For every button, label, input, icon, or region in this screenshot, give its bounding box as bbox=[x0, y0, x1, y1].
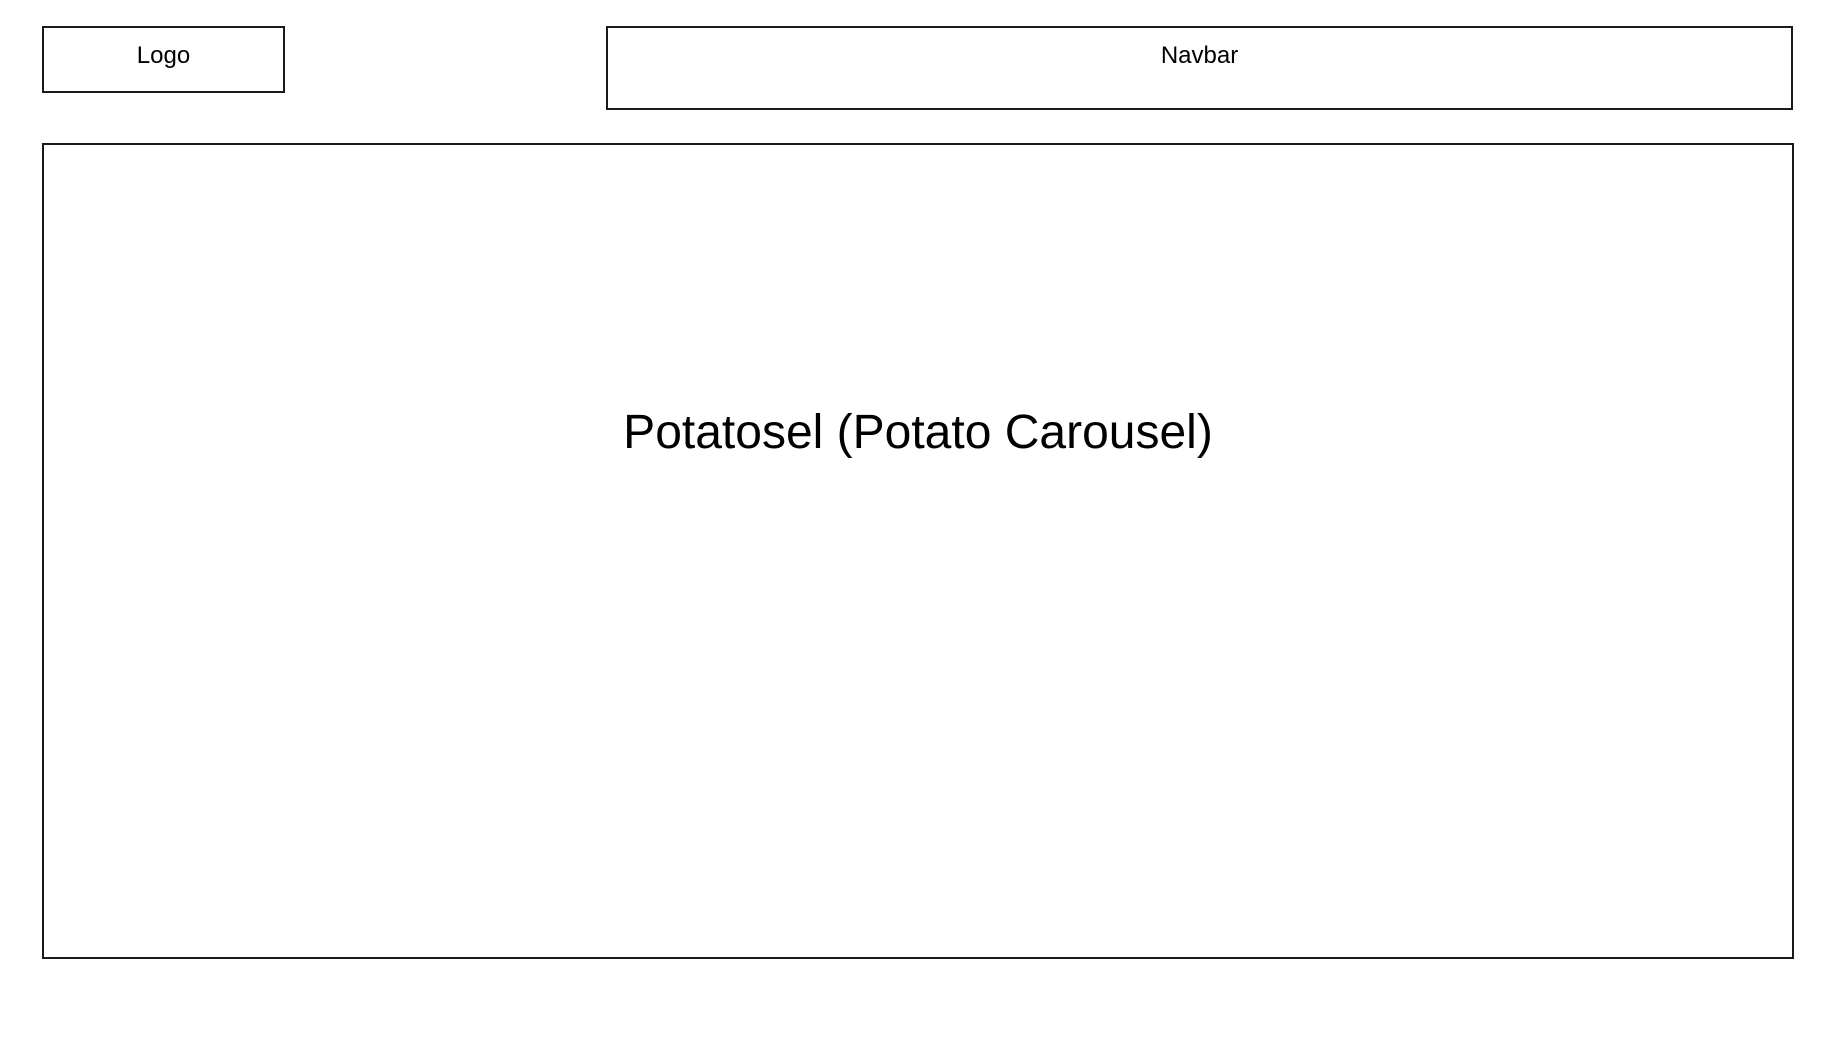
navbar-label: Navbar bbox=[1160, 42, 1239, 69]
logo-label: Logo bbox=[136, 42, 191, 69]
carousel-label: Potatosel (Potato Carousel) bbox=[623, 406, 1213, 459]
logo-placeholder[interactable]: Logo bbox=[42, 26, 285, 93]
carousel-placeholder[interactable]: Potatosel (Potato Carousel) bbox=[42, 143, 1794, 959]
navbar-placeholder[interactable]: Navbar bbox=[606, 26, 1793, 110]
